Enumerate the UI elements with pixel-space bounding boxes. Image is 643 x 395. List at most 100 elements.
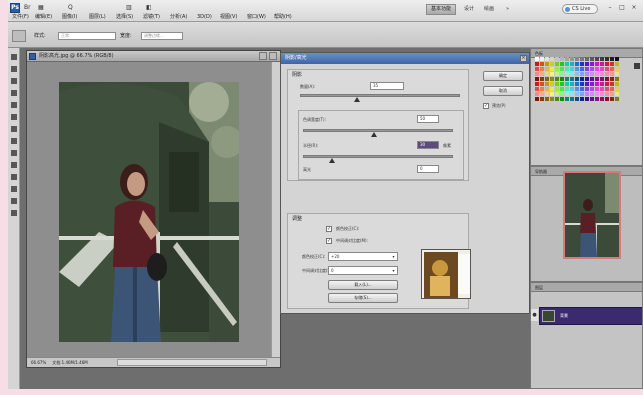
type-tool-icon[interactable]	[11, 186, 17, 192]
color-swatch[interactable]	[590, 72, 594, 76]
document-vertical-scrollbar[interactable]	[271, 62, 280, 358]
pen-tool-icon[interactable]	[11, 174, 17, 180]
color-swatch[interactable]	[555, 77, 559, 81]
color-swatch[interactable]	[540, 97, 544, 101]
color-swatch[interactable]	[580, 77, 584, 81]
menu-help[interactable]: 帮助(H)	[274, 14, 292, 21]
color-swatch[interactable]	[590, 57, 594, 61]
color-swatch[interactable]	[565, 82, 569, 86]
color-swatch[interactable]	[615, 97, 619, 101]
color-swatch[interactable]	[560, 62, 564, 66]
radius-slider[interactable]	[303, 155, 453, 158]
color-swatch[interactable]	[550, 92, 554, 96]
color-swatch[interactable]	[540, 87, 544, 91]
load-button[interactable]: 载入(L)...	[328, 280, 398, 290]
color-swatch[interactable]	[575, 97, 579, 101]
color-swatch[interactable]	[540, 57, 544, 61]
color-swatch[interactable]	[545, 82, 549, 86]
color-swatch[interactable]	[605, 67, 609, 71]
eraser-tool-icon[interactable]	[11, 150, 17, 156]
color-swatch[interactable]	[595, 82, 599, 86]
color-swatch[interactable]	[615, 87, 619, 91]
color-swatch[interactable]	[580, 72, 584, 76]
color-swatch[interactable]	[575, 82, 579, 86]
color-swatch[interactable]	[595, 92, 599, 96]
color-swatch[interactable]	[550, 67, 554, 71]
color-swatch[interactable]	[590, 87, 594, 91]
bridge-icon[interactable]: Br	[24, 4, 31, 12]
color-swatch[interactable]	[610, 87, 614, 91]
eye-icon[interactable]: ●	[531, 309, 538, 321]
save-button[interactable]: 存储(S)...	[328, 293, 398, 303]
color-swatch[interactable]	[595, 57, 599, 61]
document-close-button[interactable]	[269, 52, 277, 60]
color-swatch[interactable]	[610, 67, 614, 71]
color-swatch[interactable]	[585, 67, 589, 71]
color-swatch[interactable]	[585, 57, 589, 61]
hand-tool-icon[interactable]	[11, 198, 17, 204]
color-swatch[interactable]	[550, 62, 554, 66]
color-swatch[interactable]	[595, 67, 599, 71]
preview-checkbox[interactable]: ✓	[483, 103, 489, 109]
color-swatch[interactable]	[590, 97, 594, 101]
tool-preset-picker[interactable]	[12, 30, 26, 42]
move-tool-icon[interactable]	[11, 54, 17, 60]
menu-3d[interactable]: 3D(D)	[197, 14, 212, 21]
color-swatch[interactable]	[580, 62, 584, 66]
color-swatch[interactable]	[570, 62, 574, 66]
color-swatch[interactable]	[535, 87, 539, 91]
document-horizontal-scrollbar[interactable]	[117, 359, 267, 366]
screen-mode-icon[interactable]: ◧	[146, 4, 152, 12]
color-swatch[interactable]	[580, 82, 584, 86]
color-swatch[interactable]	[535, 72, 539, 76]
color-swatch[interactable]	[565, 72, 569, 76]
color-swatch[interactable]	[595, 87, 599, 91]
color-correction-checkbox[interactable]: ✓	[326, 226, 332, 232]
canvas[interactable]	[27, 62, 271, 358]
color-swatch[interactable]	[610, 82, 614, 86]
color-swatch[interactable]	[560, 67, 564, 71]
color-swatch[interactable]	[600, 57, 604, 61]
color-swatch[interactable]	[535, 97, 539, 101]
color-swatch[interactable]	[560, 77, 564, 81]
quick-select-tool-icon[interactable]	[11, 90, 17, 96]
color-swatch[interactable]	[580, 87, 584, 91]
color-swatch[interactable]	[550, 87, 554, 91]
color-swatch[interactable]	[560, 92, 564, 96]
color-swatch[interactable]	[555, 87, 559, 91]
color-swatch[interactable]	[595, 62, 599, 66]
arrange-documents-icon[interactable]: ▥	[126, 4, 132, 12]
color-swatch[interactable]	[600, 87, 604, 91]
color-swatch[interactable]	[560, 82, 564, 86]
color-swatch[interactable]	[610, 62, 614, 66]
color-swatch[interactable]	[610, 92, 614, 96]
color-swatch[interactable]	[615, 57, 619, 61]
color-swatch[interactable]	[540, 67, 544, 71]
panel-menu-icon[interactable]	[634, 63, 640, 69]
cs-live-button[interactable]: CS Live	[562, 4, 598, 14]
color-swatch[interactable]	[605, 62, 609, 66]
color-swatch[interactable]	[605, 72, 609, 76]
color-swatch[interactable]	[535, 67, 539, 71]
color-swatch[interactable]	[580, 97, 584, 101]
color-swatch[interactable]	[570, 72, 574, 76]
amount-slider[interactable]	[300, 94, 460, 97]
color-swatch[interactable]	[605, 77, 609, 81]
color-swatch[interactable]	[575, 62, 579, 66]
color-swatch[interactable]	[555, 62, 559, 66]
color-swatch[interactable]	[545, 92, 549, 96]
menu-select[interactable]: 选择(S)	[116, 14, 133, 21]
color-swatch[interactable]	[575, 77, 579, 81]
stamp-tool-icon[interactable]	[11, 138, 17, 144]
color-swatch[interactable]	[610, 57, 614, 61]
crop-tool-icon[interactable]	[11, 102, 17, 108]
color-swatch[interactable]	[545, 77, 549, 81]
color-swatch[interactable]	[585, 97, 589, 101]
color-swatch[interactable]	[570, 77, 574, 81]
color-swatch[interactable]	[595, 77, 599, 81]
color-swatch[interactable]	[590, 62, 594, 66]
color-swatch[interactable]	[565, 92, 569, 96]
color-swatch[interactable]	[600, 72, 604, 76]
color-swatch[interactable]	[570, 57, 574, 61]
mid-value-select[interactable]: 0 ▾	[328, 266, 398, 275]
